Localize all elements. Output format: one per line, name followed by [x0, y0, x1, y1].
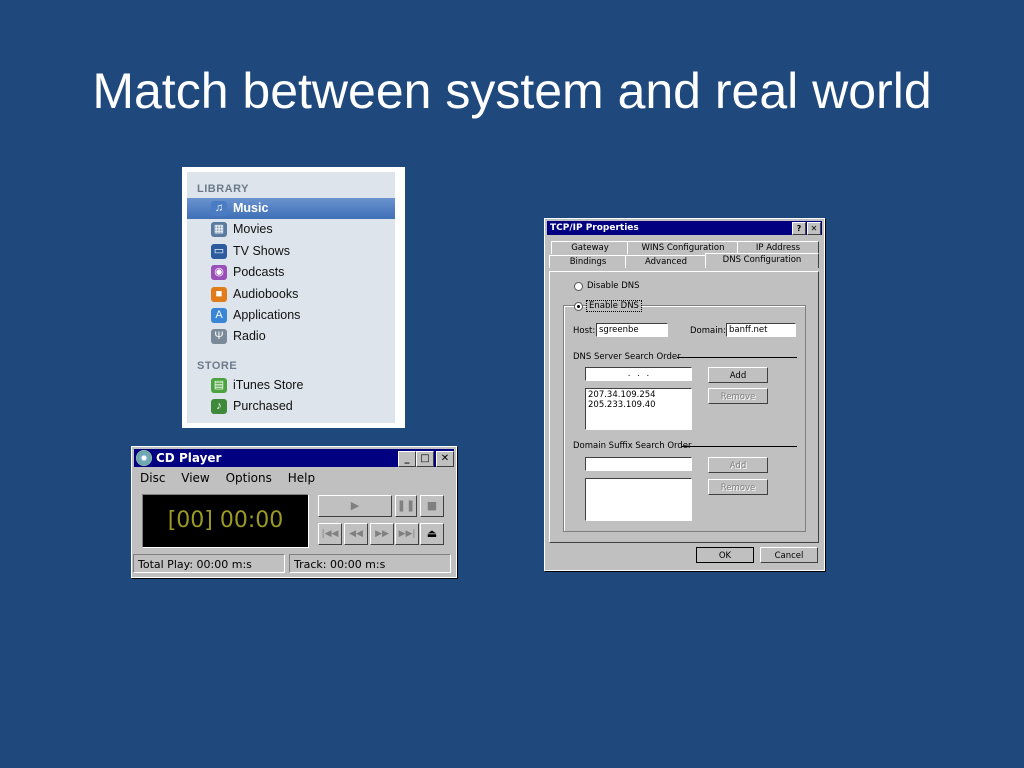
sidebar-item-label: Podcasts [233, 265, 285, 280]
dns-add-button[interactable]: Add [708, 367, 768, 383]
library-header: LIBRARY [197, 183, 249, 195]
list-item[interactable]: 205.233.109.40 [588, 400, 689, 410]
maximize-button[interactable]: □ [416, 451, 434, 467]
sidebar-item-applications[interactable]: A Applications [187, 305, 395, 326]
dialog-close-button[interactable]: ✕ [807, 222, 821, 235]
host-input[interactable]: sgreenbe [596, 323, 668, 337]
sidebar-item-label: Music [233, 201, 269, 215]
book-icon: ■ [211, 286, 227, 302]
store-header: STORE [197, 360, 238, 372]
track-status: Track: 00:00 m:s [289, 554, 451, 573]
domain-label: Domain: [690, 326, 726, 336]
suffix-group-divider [682, 446, 797, 447]
cd-player-title: CD Player [156, 451, 222, 465]
rewind-button[interactable]: ◀◀ [344, 523, 368, 545]
sidebar-item-label: Applications [233, 308, 301, 322]
dns-server-order-label: DNS Server Search Order [573, 352, 681, 362]
total-play-status: Total Play: 00:00 m:s [133, 554, 285, 573]
suffix-add-button[interactable]: Add [708, 457, 768, 473]
tab-gateway[interactable]: Gateway [551, 241, 629, 254]
enable-dns-radio[interactable] [574, 302, 583, 311]
eject-button[interactable]: ⏏ [420, 523, 444, 545]
music-note-icon: ♫ [211, 201, 227, 216]
minimize-button[interactable]: _ [398, 451, 416, 467]
itunes-source-list: LIBRARY ♫ Music ▦ Movies ▭ TV Shows ◉ Podcasts ■… [182, 167, 405, 428]
cd-player-window: CD Player _ □ ✕ Disc View Options Help [… [131, 446, 457, 578]
menu-options[interactable]: Options [226, 471, 272, 485]
store-icon: ▤ [211, 378, 227, 393]
sidebar-item-label: iTunes Store [233, 378, 304, 392]
tcpip-properties-dialog: TCP/IP Properties ? ✕ Gateway WINS Confi… [544, 218, 825, 571]
app-store-icon: A [211, 308, 227, 323]
tab-advanced[interactable]: Advanced [625, 255, 707, 268]
suffix-input[interactable] [585, 457, 692, 471]
suffix-list[interactable] [585, 478, 692, 521]
sidebar-item-podcasts[interactable]: ◉ Podcasts [187, 262, 395, 283]
sidebar-item-music[interactable]: ♫ Music [187, 198, 395, 219]
sidebar-item-itunes-store[interactable]: ▤ iTunes Store [187, 375, 395, 396]
cd-player-titlebar[interactable]: CD Player _ □ ✕ [134, 449, 454, 467]
track-time-display: [00] 00:00 [142, 494, 309, 548]
domain-suffix-order-label: Domain Suffix Search Order [573, 441, 692, 451]
sidebar-item-movies[interactable]: ▦ Movies [187, 219, 395, 240]
purchased-icon: ♪ [211, 399, 227, 415]
time-readout: [00] 00:00 [167, 508, 284, 533]
previous-track-button[interactable]: |◀◀ [318, 523, 342, 545]
cancel-button[interactable]: Cancel [760, 547, 818, 563]
tcpip-titlebar[interactable]: TCP/IP Properties ? ✕ [547, 221, 822, 235]
menu-disc[interactable]: Disc [140, 471, 165, 485]
domain-input[interactable]: banff.net [726, 323, 796, 337]
sidebar-item-purchased[interactable]: ♪ Purchased [187, 396, 395, 417]
next-track-button[interactable]: ▶▶| [395, 523, 419, 545]
tab-bindings[interactable]: Bindings [549, 255, 627, 268]
play-button[interactable]: ▶ [318, 495, 392, 517]
tcpip-title: TCP/IP Properties [550, 223, 639, 233]
close-button[interactable]: ✕ [436, 451, 454, 467]
dns-remove-button[interactable]: Remove [708, 388, 768, 404]
disable-dns-label: Disable DNS [587, 281, 640, 291]
source-list-panel: LIBRARY ♫ Music ▦ Movies ▭ TV Shows ◉ Podcasts ■… [187, 172, 395, 423]
sidebar-item-tv-shows[interactable]: ▭ TV Shows [187, 241, 395, 262]
tv-icon: ▭ [211, 243, 227, 259]
sidebar-item-label: TV Shows [233, 243, 290, 258]
cd-menubar: Disc View Options Help [140, 471, 327, 485]
podcast-icon: ◉ [211, 265, 227, 281]
cd-icon [136, 450, 152, 466]
dns-group-divider [677, 357, 797, 358]
menu-help[interactable]: Help [288, 471, 315, 485]
suffix-remove-button[interactable]: Remove [708, 479, 768, 495]
sidebar-item-audiobooks[interactable]: ■ Audiobooks [187, 284, 395, 305]
sidebar-item-radio[interactable]: Ψ Radio [187, 326, 395, 347]
disable-dns-radio[interactable] [574, 282, 583, 291]
antenna-icon: Ψ [211, 329, 227, 345]
sidebar-item-label: Audiobooks [233, 286, 299, 301]
enable-dns-label: Enable DNS [586, 300, 642, 312]
tab-dns-configuration[interactable]: DNS Configuration [705, 253, 819, 268]
pause-button[interactable]: ❚❚ [395, 495, 417, 517]
sidebar-item-label: Radio [233, 329, 266, 344]
host-label: Host: [573, 326, 596, 336]
dns-server-list[interactable]: 207.34.109.254 205.233.109.40 [585, 388, 692, 430]
sidebar-item-label: Movies [233, 222, 273, 237]
list-item[interactable]: 207.34.109.254 [588, 390, 689, 400]
dns-ip-input[interactable]: . . . [585, 367, 692, 381]
fast-forward-button[interactable]: ▶▶ [370, 523, 394, 545]
help-button[interactable]: ? [792, 222, 806, 235]
ok-button[interactable]: OK [696, 547, 754, 563]
stop-button[interactable]: ■ [420, 495, 444, 517]
sidebar-item-label: Purchased [233, 399, 293, 414]
film-icon: ▦ [211, 222, 227, 238]
slide-title: Match between system and real world [92, 63, 932, 119]
menu-view[interactable]: View [181, 471, 209, 485]
